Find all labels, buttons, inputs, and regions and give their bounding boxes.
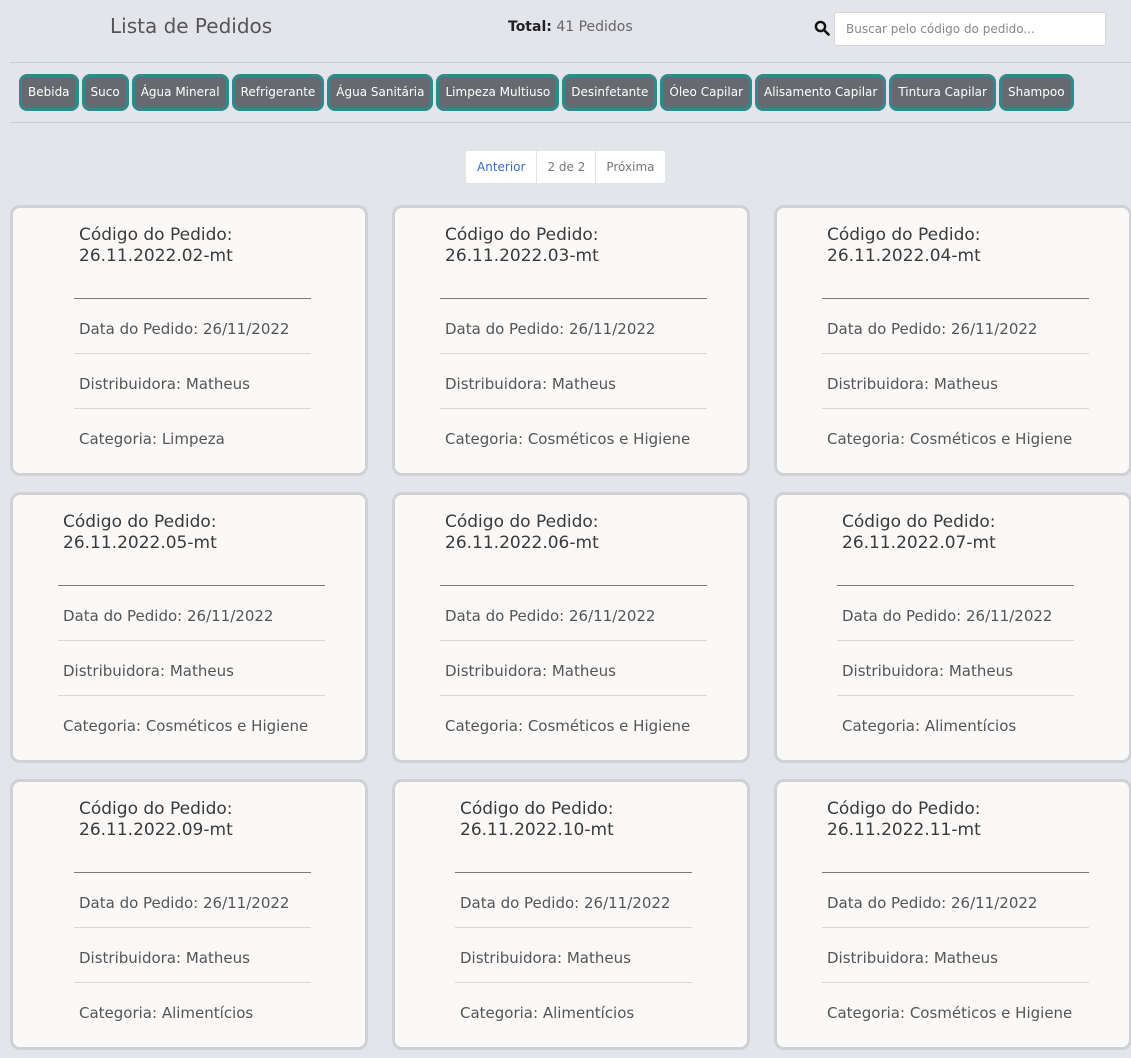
order-date: Data do Pedido: 26/11/2022 bbox=[842, 607, 1053, 625]
order-code: 26.11.2022.04-mt bbox=[827, 246, 981, 266]
order-code-label: Código do Pedido: bbox=[460, 799, 614, 819]
order-distributor: Distribuidora: Matheus bbox=[79, 375, 250, 393]
order-category: Categoria: Limpeza bbox=[79, 430, 225, 448]
order-date: Data do Pedido: 26/11/2022 bbox=[445, 607, 656, 625]
search-icon[interactable] bbox=[814, 20, 830, 36]
order-code-label: Código do Pedido: bbox=[827, 225, 981, 245]
order-category: Categoria: Cosméticos e Higiene bbox=[445, 717, 691, 735]
category-chip[interactable]: Alisamento Capilar bbox=[755, 74, 887, 111]
order-code: 26.11.2022.09-mt bbox=[79, 820, 233, 840]
category-chip[interactable]: Refrigerante bbox=[231, 74, 325, 111]
order-distributor: Distribuidora: Matheus bbox=[79, 949, 250, 967]
order-code-label: Código do Pedido: bbox=[63, 512, 217, 532]
order-card[interactable]: Código do Pedido: 26.11.2022.05-mt Data do… bbox=[10, 492, 368, 763]
page-title: Lista de Pedidos bbox=[110, 14, 273, 38]
category-chip[interactable]: Desinfetante bbox=[562, 74, 658, 111]
order-card[interactable]: Código do Pedido: 26.11.2022.09-mt Data do… bbox=[10, 779, 368, 1050]
order-date: Data do Pedido: 26/11/2022 bbox=[79, 894, 290, 912]
filter-divider bbox=[10, 122, 1131, 123]
category-chip[interactable]: Óleo Capilar bbox=[660, 74, 753, 111]
order-distributor: Distribuidora: Matheus bbox=[445, 662, 616, 680]
order-category: Categoria: Alimentícios bbox=[842, 717, 1017, 735]
order-card[interactable]: Código do Pedido: 26.11.2022.07-mt Data do… bbox=[774, 492, 1131, 763]
order-card[interactable]: Código do Pedido: 26.11.2022.04-mt Data do… bbox=[774, 205, 1131, 476]
order-code-label: Código do Pedido: bbox=[79, 225, 233, 245]
order-distributor: Distribuidora: Matheus bbox=[827, 375, 998, 393]
total-value: 41 Pedidos bbox=[556, 19, 633, 35]
order-code-label: Código do Pedido: bbox=[842, 512, 996, 532]
order-code: 26.11.2022.07-mt bbox=[842, 533, 996, 553]
pagination-previous[interactable]: Anterior bbox=[466, 151, 538, 183]
order-card[interactable]: Código do Pedido: 26.11.2022.06-mt Data do… bbox=[392, 492, 750, 763]
order-category: Categoria: Cosméticos e Higiene bbox=[445, 430, 691, 448]
pagination-next[interactable]: Próxima bbox=[596, 151, 664, 183]
order-distributor: Distribuidora: Matheus bbox=[445, 375, 616, 393]
order-code: 26.11.2022.02-mt bbox=[79, 246, 233, 266]
order-code-label: Código do Pedido: bbox=[827, 799, 981, 819]
order-category: Categoria: Cosméticos e Higiene bbox=[63, 717, 309, 735]
order-date: Data do Pedido: 26/11/2022 bbox=[460, 894, 671, 912]
order-code: 26.11.2022.10-mt bbox=[460, 820, 614, 840]
order-distributor: Distribuidora: Matheus bbox=[827, 949, 998, 967]
order-card[interactable]: Código do Pedido: 26.11.2022.10-mt Data do… bbox=[392, 779, 750, 1050]
order-date: Data do Pedido: 26/11/2022 bbox=[827, 894, 1038, 912]
category-filter-bar: Bebida Suco Água Mineral Refrigerante Água S… bbox=[19, 74, 1131, 112]
header-divider bbox=[10, 62, 1131, 63]
category-chip[interactable]: Shampoo bbox=[998, 74, 1074, 111]
order-card[interactable]: Código do Pedido: 26.11.2022.03-mt Data do… bbox=[392, 205, 750, 476]
order-total: Total: 41 Pedidos bbox=[508, 19, 633, 35]
order-code: 26.11.2022.03-mt bbox=[445, 246, 599, 266]
order-code-label: Código do Pedido: bbox=[445, 512, 599, 532]
order-distributor: Distribuidora: Matheus bbox=[842, 662, 1013, 680]
top-bar: Lista de Pedidos Total: 41 Pedidos bbox=[0, 0, 1131, 58]
order-code: 26.11.2022.06-mt bbox=[445, 533, 599, 553]
order-category: Categoria: Cosméticos e Higiene bbox=[827, 1004, 1073, 1022]
order-date: Data do Pedido: 26/11/2022 bbox=[445, 320, 656, 338]
category-chip[interactable]: Limpeza Multiuso bbox=[436, 74, 560, 111]
order-code: 26.11.2022.11-mt bbox=[827, 820, 981, 840]
order-code-label: Código do Pedido: bbox=[79, 799, 233, 819]
pagination: Anterior 2 de 2 Próxima bbox=[465, 150, 666, 184]
order-code-label: Código do Pedido: bbox=[445, 225, 599, 245]
order-distributor: Distribuidora: Matheus bbox=[460, 949, 631, 967]
search-input[interactable] bbox=[834, 12, 1106, 46]
order-grid: Código do Pedido: 26.11.2022.02-mt Data do… bbox=[10, 205, 1131, 1058]
category-chip[interactable]: Tintura Capilar bbox=[889, 74, 996, 111]
order-card[interactable]: Código do Pedido: 26.11.2022.02-mt Data do… bbox=[10, 205, 368, 476]
order-category: Categoria: Alimentícios bbox=[79, 1004, 254, 1022]
total-label: Total: bbox=[508, 19, 552, 35]
order-code: 26.11.2022.05-mt bbox=[63, 533, 217, 553]
order-category: Categoria: Cosméticos e Higiene bbox=[827, 430, 1073, 448]
category-chip[interactable]: Bebida bbox=[19, 74, 79, 111]
order-card[interactable]: Código do Pedido: 26.11.2022.11-mt Data do… bbox=[774, 779, 1131, 1050]
order-date: Data do Pedido: 26/11/2022 bbox=[63, 607, 274, 625]
order-distributor: Distribuidora: Matheus bbox=[63, 662, 234, 680]
category-chip[interactable]: Água Mineral bbox=[131, 74, 229, 111]
pagination-current-page: 2 de 2 bbox=[537, 151, 597, 183]
category-chip[interactable]: Água Sanitária bbox=[327, 74, 434, 111]
category-chip[interactable]: Suco bbox=[81, 74, 129, 111]
order-category: Categoria: Alimentícios bbox=[460, 1004, 635, 1022]
order-date: Data do Pedido: 26/11/2022 bbox=[79, 320, 290, 338]
order-date: Data do Pedido: 26/11/2022 bbox=[827, 320, 1038, 338]
